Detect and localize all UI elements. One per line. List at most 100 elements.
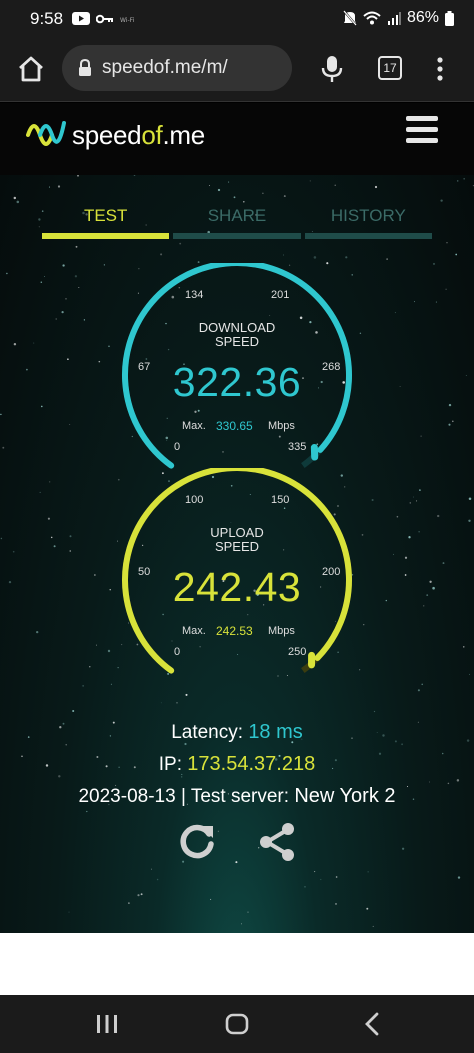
- star: [62, 264, 65, 267]
- tab-share[interactable]: SHARE: [173, 203, 301, 239]
- star: [455, 253, 458, 256]
- star: [89, 666, 91, 668]
- download-title: DOWNLOAD SPEED: [198, 320, 276, 349]
- speedofme-logo[interactable]: speedof.me: [26, 113, 205, 157]
- browser-toolbar: speedof.me/m/ 17: [0, 40, 474, 102]
- star: [445, 288, 447, 290]
- upload-max-label: Max.: [182, 625, 206, 637]
- star: [419, 489, 421, 491]
- star: [432, 262, 436, 265]
- star: [69, 550, 71, 552]
- home-icon[interactable]: [16, 54, 46, 84]
- hamburger-menu-icon[interactable]: [406, 115, 438, 145]
- star: [82, 685, 84, 687]
- star: [98, 360, 101, 363]
- star: [429, 781, 431, 783]
- battery-icon: [445, 10, 454, 26]
- star: [372, 925, 374, 927]
- star: [50, 536, 53, 539]
- star: [396, 515, 399, 518]
- star: [6, 272, 8, 275]
- star: [448, 423, 451, 426]
- star: [26, 368, 28, 371]
- recent-apps-icon[interactable]: [94, 1011, 120, 1037]
- star: [404, 574, 407, 576]
- tab-test[interactable]: TEST: [42, 203, 170, 239]
- star: [463, 178, 465, 180]
- star: [442, 562, 445, 565]
- more-menu-icon[interactable]: [430, 54, 450, 84]
- wifi-calling-icon: Wi-Fi: [120, 17, 134, 23]
- star: [371, 498, 374, 502]
- star: [408, 536, 411, 539]
- star: [2, 446, 5, 449]
- star: [86, 810, 88, 813]
- star: [240, 923, 242, 925]
- star: [179, 242, 182, 245]
- section-tabs: TEST SHARE HISTORY: [42, 203, 432, 239]
- star: [414, 301, 415, 303]
- star: [33, 342, 35, 344]
- star: [345, 256, 348, 259]
- star: [128, 902, 130, 904]
- home-nav-icon[interactable]: [224, 1011, 250, 1037]
- upload-tick-0: 0: [174, 646, 181, 658]
- star: [367, 871, 369, 873]
- star: [185, 693, 188, 696]
- star: [366, 907, 369, 910]
- star: [399, 386, 401, 388]
- star: [75, 245, 78, 248]
- star: [137, 894, 140, 897]
- upload-tick-250: 250: [288, 646, 307, 658]
- microphone-icon[interactable]: [318, 54, 346, 84]
- tab-history[interactable]: HISTORY: [304, 203, 432, 239]
- star: [334, 184, 336, 186]
- star: [74, 275, 78, 278]
- star: [108, 345, 110, 348]
- star: [435, 301, 437, 303]
- star: [49, 481, 51, 483]
- server-label: Test server:: [190, 786, 290, 807]
- status-bar: 9:58 Wi-Fi 86%: [0, 0, 474, 40]
- star: [209, 185, 211, 187]
- back-nav-icon[interactable]: [360, 1011, 386, 1037]
- tab-switcher-button[interactable]: 17: [378, 56, 402, 80]
- star: [13, 196, 17, 200]
- star: [304, 886, 306, 888]
- star: [8, 580, 12, 584]
- star: [283, 254, 284, 256]
- logo-wave-icon: [26, 121, 66, 146]
- star: [283, 195, 286, 198]
- star: [363, 624, 365, 626]
- share-icon[interactable]: [255, 820, 299, 864]
- star: [0, 537, 3, 540]
- restart-test-icon[interactable]: [175, 820, 219, 864]
- star: [409, 502, 412, 504]
- star: [65, 298, 67, 300]
- address-bar[interactable]: speedof.me/m/: [62, 45, 292, 91]
- star: [386, 258, 388, 260]
- star: [440, 199, 443, 202]
- star: [417, 689, 420, 692]
- star: [160, 702, 162, 704]
- upload-tick-150: 150: [271, 494, 290, 506]
- star: [233, 196, 236, 199]
- star: [447, 782, 450, 785]
- star: [44, 275, 45, 277]
- star: [456, 779, 460, 782]
- star: [48, 186, 51, 188]
- star: [217, 188, 221, 192]
- download-unit: Mbps: [268, 420, 295, 432]
- star: [83, 319, 86, 321]
- status-time: 9:58: [30, 9, 64, 28]
- star: [418, 531, 420, 533]
- star: [109, 589, 111, 591]
- star: [110, 683, 112, 685]
- star: [36, 630, 39, 634]
- star: [38, 226, 40, 228]
- star: [140, 893, 143, 896]
- lock-icon[interactable]: [78, 59, 92, 77]
- url-text[interactable]: speedof.me/m/: [102, 57, 228, 79]
- star: [41, 405, 43, 408]
- upload-speed-value: 242.43: [172, 564, 302, 610]
